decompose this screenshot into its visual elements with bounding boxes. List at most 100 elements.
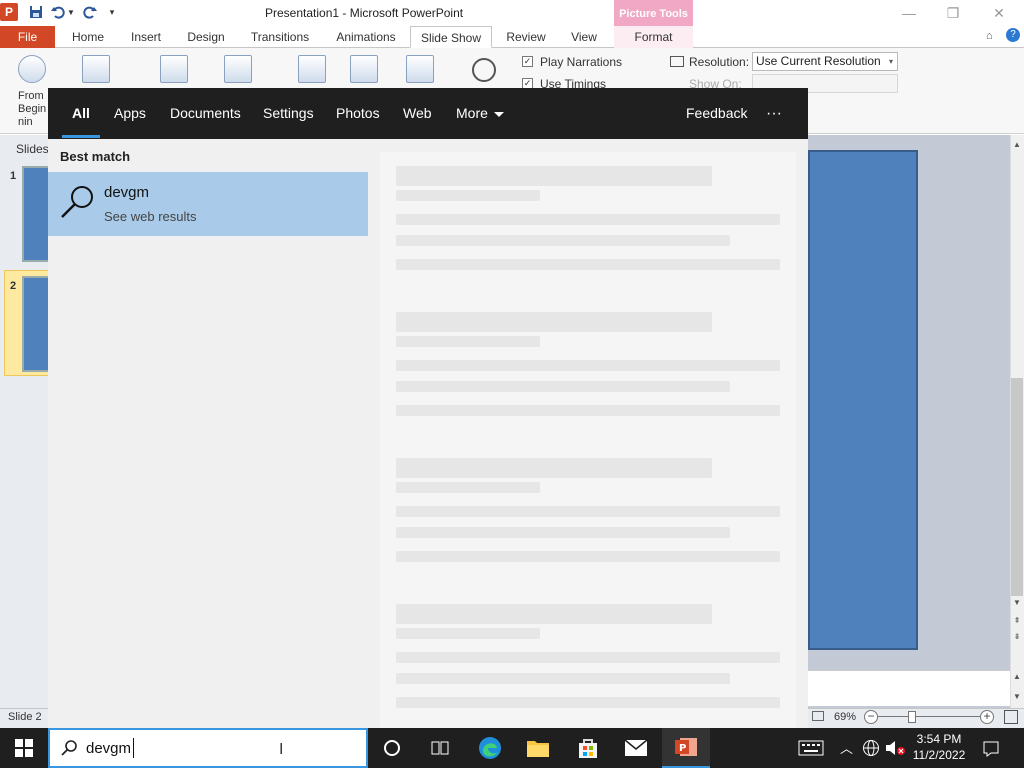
taskbar-clock[interactable]: 3:54 PM 11/2/2022	[912, 731, 966, 763]
tab-animations[interactable]: Animations	[330, 26, 402, 48]
search-tab-settings[interactable]: Settings	[263, 88, 314, 139]
search-tab-web[interactable]: Web	[403, 88, 432, 139]
chevron-down-icon: ▾	[888, 57, 893, 66]
loading-placeholder	[396, 166, 712, 186]
more-options-button[interactable]: ···	[766, 88, 782, 139]
notes-pane[interactable]	[808, 670, 1010, 706]
tab-slide-show[interactable]: Slide Show	[410, 26, 492, 48]
customize-qat-icon[interactable]: ▾	[104, 4, 120, 20]
loading-placeholder	[396, 336, 540, 347]
collapse-ribbon-icon[interactable]: ⌂	[986, 30, 993, 42]
previous-slide-icon[interactable]: ⇞	[1010, 616, 1024, 625]
loading-placeholder	[396, 312, 712, 332]
window-title: Presentation1 - Microsoft PowerPoint	[265, 6, 464, 20]
task-view-icon[interactable]	[416, 728, 464, 768]
close-button[interactable]: ✕	[976, 2, 1022, 24]
zoom-in-button[interactable]: +	[980, 710, 994, 724]
notes-scroll-up-icon[interactable]: ▲	[1010, 672, 1024, 681]
best-match-subtitle: See web results	[104, 209, 197, 224]
store-icon[interactable]	[564, 728, 612, 768]
search-tab-more-label: More	[456, 105, 488, 121]
search-tab-photos[interactable]: Photos	[336, 88, 380, 139]
tab-design[interactable]: Design	[182, 26, 230, 48]
save-icon[interactable]	[28, 4, 44, 20]
edge-icon[interactable]	[466, 728, 514, 768]
redo-icon[interactable]	[82, 4, 98, 20]
play-narrations-checkbox[interactable]: ✓	[522, 56, 533, 67]
broadcast-slide-show-icon[interactable]	[160, 55, 188, 83]
search-tab-documents[interactable]: Documents	[170, 88, 241, 139]
loading-placeholder	[396, 482, 540, 493]
windows-start-icon[interactable]	[0, 728, 48, 768]
clock-time: 3:54 PM	[916, 732, 962, 746]
from-beginning-label[interactable]: From Beginnin	[18, 90, 48, 129]
play-narrations-label: Play Narrations	[540, 55, 623, 69]
undo-dropdown-icon[interactable]: ▼	[66, 4, 76, 20]
loading-placeholder	[396, 381, 730, 392]
clock-date: 11/2/2022	[912, 748, 966, 762]
loading-placeholder	[396, 673, 730, 684]
keyboard-icon[interactable]	[798, 739, 824, 760]
search-input[interactable]: devgm	[86, 740, 131, 757]
tab-home[interactable]: Home	[66, 26, 110, 48]
custom-slide-show-icon[interactable]	[224, 55, 252, 83]
search-tab-all[interactable]: All	[72, 88, 90, 139]
record-slide-show-icon[interactable]	[472, 58, 496, 82]
undo-icon[interactable]	[50, 4, 66, 20]
powerpoint-logo-icon[interactable]: P	[0, 3, 18, 21]
loading-placeholder	[396, 551, 780, 562]
feedback-link[interactable]: Feedback	[686, 88, 747, 139]
scroll-up-icon[interactable]: ▲	[1010, 140, 1024, 149]
tab-insert[interactable]: Insert	[124, 26, 168, 48]
maximize-button[interactable]: ❐	[930, 2, 976, 24]
tab-review[interactable]: Review	[502, 26, 550, 48]
fit-to-window-icon[interactable]	[1004, 710, 1018, 724]
loading-placeholder	[396, 190, 540, 201]
notes-scroll-down-icon[interactable]: ▼	[1010, 692, 1024, 701]
hide-slide-icon[interactable]	[350, 55, 378, 83]
search-tab-apps[interactable]: Apps	[114, 88, 146, 139]
file-explorer-icon[interactable]	[514, 728, 562, 768]
rehearse-timings-icon[interactable]	[406, 55, 434, 83]
scroll-down-icon[interactable]: ▼	[1010, 598, 1024, 607]
from-beginning-icon[interactable]	[18, 55, 46, 83]
search-icon	[58, 182, 98, 222]
loading-placeholder	[396, 628, 540, 639]
loading-placeholder	[396, 527, 730, 538]
volume-muted-icon[interactable]	[884, 739, 906, 760]
notifications-icon[interactable]	[982, 740, 1000, 761]
mail-icon[interactable]	[612, 728, 660, 768]
zoom-level[interactable]: 69%	[834, 711, 856, 723]
loading-placeholder	[396, 235, 730, 246]
next-slide-icon[interactable]: ⇟	[1010, 632, 1024, 641]
chevron-down-icon	[493, 111, 504, 117]
zoom-slider[interactable]	[878, 716, 982, 717]
cortana-icon[interactable]	[368, 728, 416, 768]
svg-text:P: P	[679, 743, 686, 754]
from-current-slide-icon[interactable]	[82, 55, 110, 83]
scrollbar-thumb[interactable]	[1011, 378, 1023, 596]
minimize-button[interactable]: —	[886, 2, 932, 24]
loading-placeholder	[396, 604, 712, 624]
loading-placeholder	[396, 697, 780, 708]
resolution-value: Use Current Resolution	[756, 54, 881, 68]
reading-view-icon[interactable]	[812, 711, 824, 721]
show-hidden-icons-icon[interactable]: ︿	[840, 738, 853, 757]
tab-file[interactable]: File	[0, 26, 55, 48]
slide-number: 1	[10, 170, 17, 182]
network-icon[interactable]	[862, 739, 880, 760]
loading-placeholder	[396, 458, 712, 478]
powerpoint-icon[interactable]: P	[662, 728, 710, 768]
tab-transitions[interactable]: Transitions	[244, 26, 316, 48]
search-tab-more[interactable]: More	[456, 88, 504, 139]
set-up-slide-show-icon[interactable]	[298, 55, 326, 83]
zoom-out-button[interactable]: −	[864, 710, 878, 724]
tab-view[interactable]: View	[564, 26, 604, 48]
help-icon[interactable]: ?	[1006, 28, 1020, 42]
zoom-slider-handle[interactable]	[908, 711, 916, 723]
slide-canvas[interactable]	[808, 150, 918, 650]
loading-placeholder	[396, 360, 780, 371]
resolution-select[interactable]: Use Current Resolution ▾	[752, 52, 898, 71]
tab-format[interactable]: Format	[614, 26, 693, 48]
resolution-label: Resolution:	[689, 55, 750, 69]
